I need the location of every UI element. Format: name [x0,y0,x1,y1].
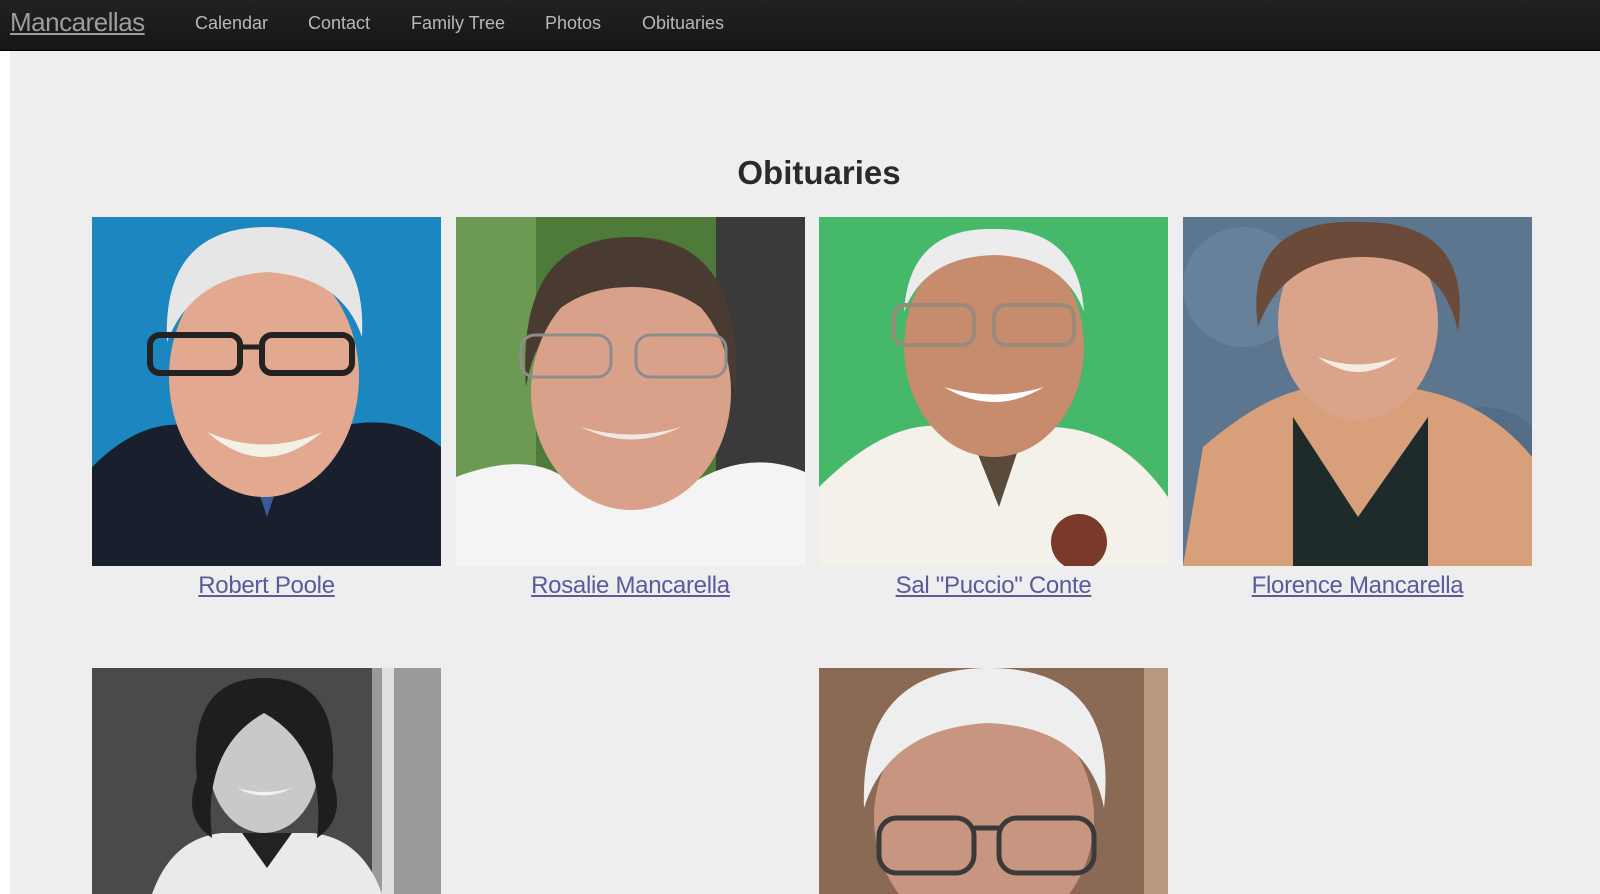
top-navbar: Mancarellas Calendar Contact Family Tree… [0,0,1600,51]
obituary-photo-row2-2[interactable] [819,668,1168,894]
nav-link-obituaries[interactable]: Obituaries [642,13,724,34]
obituary-photo-rosalie-mancarella[interactable] [456,217,805,566]
obituary-link-sal-conte[interactable]: Sal "Puccio" Conte [819,572,1168,600]
obituary-photo-sal-conte[interactable] [819,217,1168,566]
obituary-link-rosalie-mancarella[interactable]: Rosalie Mancarella [456,572,805,600]
obituary-photo-robert-poole[interactable] [92,217,441,566]
obituary-photo-florence-mancarella[interactable] [1183,217,1532,566]
obituary-link-florence-mancarella[interactable]: Florence Mancarella [1183,572,1532,600]
nav-link-calendar[interactable]: Calendar [195,13,268,34]
nav-link-photos[interactable]: Photos [545,13,601,34]
site-brand-link[interactable]: Mancarellas [10,7,145,38]
nav-link-family-tree[interactable]: Family Tree [411,13,505,34]
obituary-photo-row2-1[interactable] [92,668,441,894]
nav-link-contact[interactable]: Contact [308,13,370,34]
obituary-link-robert-poole[interactable]: Robert Poole [92,572,441,600]
page-title: Obituaries [737,154,901,191]
